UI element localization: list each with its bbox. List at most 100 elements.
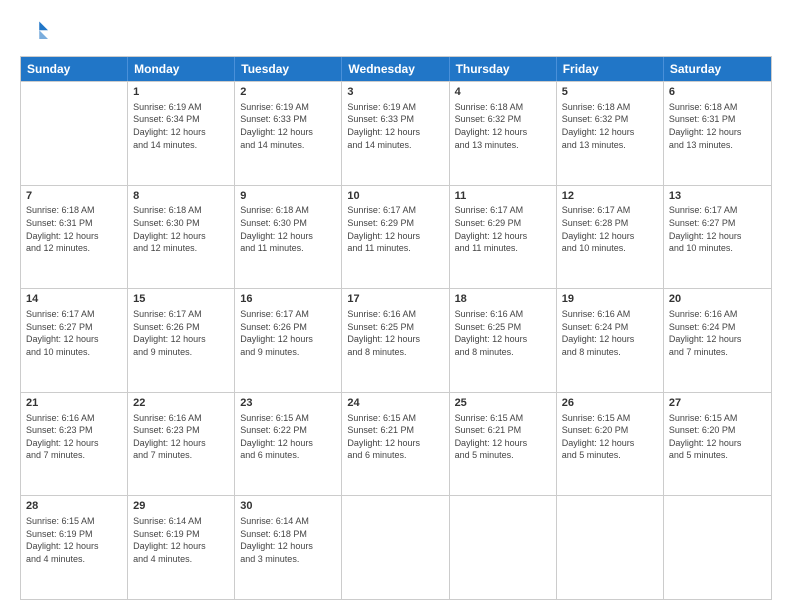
calendar-cell-5: 5Sunrise: 6:18 AM Sunset: 6:32 PM Daylig… xyxy=(557,82,664,185)
day-number: 30 xyxy=(240,499,336,514)
calendar-cell-empty xyxy=(557,496,664,599)
day-info: Sunrise: 6:18 AM Sunset: 6:31 PM Dayligh… xyxy=(26,204,122,254)
day-number: 7 xyxy=(26,189,122,204)
day-number: 9 xyxy=(240,189,336,204)
calendar-cell-16: 16Sunrise: 6:17 AM Sunset: 6:26 PM Dayli… xyxy=(235,289,342,392)
header-day-friday: Friday xyxy=(557,57,664,81)
calendar-cell-2: 2Sunrise: 6:19 AM Sunset: 6:33 PM Daylig… xyxy=(235,82,342,185)
day-info: Sunrise: 6:18 AM Sunset: 6:31 PM Dayligh… xyxy=(669,101,766,151)
day-number: 15 xyxy=(133,292,229,307)
calendar-cell-15: 15Sunrise: 6:17 AM Sunset: 6:26 PM Dayli… xyxy=(128,289,235,392)
day-info: Sunrise: 6:15 AM Sunset: 6:19 PM Dayligh… xyxy=(26,515,122,565)
header-day-saturday: Saturday xyxy=(664,57,771,81)
calendar-cell-3: 3Sunrise: 6:19 AM Sunset: 6:33 PM Daylig… xyxy=(342,82,449,185)
day-info: Sunrise: 6:19 AM Sunset: 6:34 PM Dayligh… xyxy=(133,101,229,151)
day-number: 5 xyxy=(562,85,658,100)
day-info: Sunrise: 6:18 AM Sunset: 6:32 PM Dayligh… xyxy=(562,101,658,151)
day-info: Sunrise: 6:15 AM Sunset: 6:20 PM Dayligh… xyxy=(562,412,658,462)
day-info: Sunrise: 6:19 AM Sunset: 6:33 PM Dayligh… xyxy=(347,101,443,151)
day-info: Sunrise: 6:15 AM Sunset: 6:20 PM Dayligh… xyxy=(669,412,766,462)
day-info: Sunrise: 6:18 AM Sunset: 6:30 PM Dayligh… xyxy=(240,204,336,254)
calendar-header: SundayMondayTuesdayWednesdayThursdayFrid… xyxy=(21,57,771,81)
calendar-cell-empty xyxy=(664,496,771,599)
header xyxy=(20,18,772,46)
header-day-tuesday: Tuesday xyxy=(235,57,342,81)
calendar-row-4: 21Sunrise: 6:16 AM Sunset: 6:23 PM Dayli… xyxy=(21,392,771,496)
calendar-cell-empty xyxy=(21,82,128,185)
day-info: Sunrise: 6:17 AM Sunset: 6:29 PM Dayligh… xyxy=(455,204,551,254)
calendar-cell-empty xyxy=(450,496,557,599)
calendar-cell-27: 27Sunrise: 6:15 AM Sunset: 6:20 PM Dayli… xyxy=(664,393,771,496)
day-number: 12 xyxy=(562,189,658,204)
day-info: Sunrise: 6:15 AM Sunset: 6:21 PM Dayligh… xyxy=(347,412,443,462)
calendar-cell-30: 30Sunrise: 6:14 AM Sunset: 6:18 PM Dayli… xyxy=(235,496,342,599)
header-day-sunday: Sunday xyxy=(21,57,128,81)
calendar-cell-12: 12Sunrise: 6:17 AM Sunset: 6:28 PM Dayli… xyxy=(557,186,664,289)
day-number: 26 xyxy=(562,396,658,411)
calendar-cell-26: 26Sunrise: 6:15 AM Sunset: 6:20 PM Dayli… xyxy=(557,393,664,496)
calendar-row-2: 7Sunrise: 6:18 AM Sunset: 6:31 PM Daylig… xyxy=(21,185,771,289)
day-info: Sunrise: 6:17 AM Sunset: 6:29 PM Dayligh… xyxy=(347,204,443,254)
calendar-cell-11: 11Sunrise: 6:17 AM Sunset: 6:29 PM Dayli… xyxy=(450,186,557,289)
calendar-cell-20: 20Sunrise: 6:16 AM Sunset: 6:24 PM Dayli… xyxy=(664,289,771,392)
day-info: Sunrise: 6:17 AM Sunset: 6:27 PM Dayligh… xyxy=(26,308,122,358)
calendar-cell-19: 19Sunrise: 6:16 AM Sunset: 6:24 PM Dayli… xyxy=(557,289,664,392)
calendar: SundayMondayTuesdayWednesdayThursdayFrid… xyxy=(20,56,772,600)
calendar-cell-9: 9Sunrise: 6:18 AM Sunset: 6:30 PM Daylig… xyxy=(235,186,342,289)
logo-icon xyxy=(20,18,48,46)
day-number: 2 xyxy=(240,85,336,100)
calendar-row-3: 14Sunrise: 6:17 AM Sunset: 6:27 PM Dayli… xyxy=(21,288,771,392)
day-number: 27 xyxy=(669,396,766,411)
header-day-wednesday: Wednesday xyxy=(342,57,449,81)
day-number: 18 xyxy=(455,292,551,307)
day-info: Sunrise: 6:17 AM Sunset: 6:26 PM Dayligh… xyxy=(133,308,229,358)
calendar-cell-empty xyxy=(342,496,449,599)
calendar-cell-17: 17Sunrise: 6:16 AM Sunset: 6:25 PM Dayli… xyxy=(342,289,449,392)
day-info: Sunrise: 6:16 AM Sunset: 6:23 PM Dayligh… xyxy=(26,412,122,462)
day-number: 28 xyxy=(26,499,122,514)
day-number: 29 xyxy=(133,499,229,514)
day-number: 16 xyxy=(240,292,336,307)
calendar-cell-23: 23Sunrise: 6:15 AM Sunset: 6:22 PM Dayli… xyxy=(235,393,342,496)
day-number: 19 xyxy=(562,292,658,307)
calendar-cell-1: 1Sunrise: 6:19 AM Sunset: 6:34 PM Daylig… xyxy=(128,82,235,185)
day-number: 13 xyxy=(669,189,766,204)
day-number: 21 xyxy=(26,396,122,411)
day-info: Sunrise: 6:17 AM Sunset: 6:26 PM Dayligh… xyxy=(240,308,336,358)
day-number: 17 xyxy=(347,292,443,307)
day-number: 3 xyxy=(347,85,443,100)
day-info: Sunrise: 6:14 AM Sunset: 6:19 PM Dayligh… xyxy=(133,515,229,565)
calendar-body: 1Sunrise: 6:19 AM Sunset: 6:34 PM Daylig… xyxy=(21,81,771,599)
calendar-cell-29: 29Sunrise: 6:14 AM Sunset: 6:19 PM Dayli… xyxy=(128,496,235,599)
day-number: 10 xyxy=(347,189,443,204)
day-info: Sunrise: 6:18 AM Sunset: 6:32 PM Dayligh… xyxy=(455,101,551,151)
day-info: Sunrise: 6:17 AM Sunset: 6:27 PM Dayligh… xyxy=(669,204,766,254)
calendar-cell-4: 4Sunrise: 6:18 AM Sunset: 6:32 PM Daylig… xyxy=(450,82,557,185)
day-number: 22 xyxy=(133,396,229,411)
calendar-cell-22: 22Sunrise: 6:16 AM Sunset: 6:23 PM Dayli… xyxy=(128,393,235,496)
day-info: Sunrise: 6:14 AM Sunset: 6:18 PM Dayligh… xyxy=(240,515,336,565)
day-info: Sunrise: 6:15 AM Sunset: 6:21 PM Dayligh… xyxy=(455,412,551,462)
page: SundayMondayTuesdayWednesdayThursdayFrid… xyxy=(0,0,792,612)
calendar-cell-6: 6Sunrise: 6:18 AM Sunset: 6:31 PM Daylig… xyxy=(664,82,771,185)
day-info: Sunrise: 6:19 AM Sunset: 6:33 PM Dayligh… xyxy=(240,101,336,151)
day-number: 1 xyxy=(133,85,229,100)
calendar-cell-28: 28Sunrise: 6:15 AM Sunset: 6:19 PM Dayli… xyxy=(21,496,128,599)
day-info: Sunrise: 6:16 AM Sunset: 6:24 PM Dayligh… xyxy=(562,308,658,358)
day-number: 24 xyxy=(347,396,443,411)
calendar-cell-8: 8Sunrise: 6:18 AM Sunset: 6:30 PM Daylig… xyxy=(128,186,235,289)
day-number: 11 xyxy=(455,189,551,204)
calendar-cell-25: 25Sunrise: 6:15 AM Sunset: 6:21 PM Dayli… xyxy=(450,393,557,496)
day-info: Sunrise: 6:16 AM Sunset: 6:25 PM Dayligh… xyxy=(455,308,551,358)
day-info: Sunrise: 6:16 AM Sunset: 6:24 PM Dayligh… xyxy=(669,308,766,358)
calendar-cell-14: 14Sunrise: 6:17 AM Sunset: 6:27 PM Dayli… xyxy=(21,289,128,392)
calendar-row-1: 1Sunrise: 6:19 AM Sunset: 6:34 PM Daylig… xyxy=(21,81,771,185)
calendar-cell-24: 24Sunrise: 6:15 AM Sunset: 6:21 PM Dayli… xyxy=(342,393,449,496)
day-number: 6 xyxy=(669,85,766,100)
header-day-monday: Monday xyxy=(128,57,235,81)
calendar-cell-7: 7Sunrise: 6:18 AM Sunset: 6:31 PM Daylig… xyxy=(21,186,128,289)
day-info: Sunrise: 6:16 AM Sunset: 6:23 PM Dayligh… xyxy=(133,412,229,462)
day-info: Sunrise: 6:17 AM Sunset: 6:28 PM Dayligh… xyxy=(562,204,658,254)
calendar-cell-13: 13Sunrise: 6:17 AM Sunset: 6:27 PM Dayli… xyxy=(664,186,771,289)
day-number: 8 xyxy=(133,189,229,204)
